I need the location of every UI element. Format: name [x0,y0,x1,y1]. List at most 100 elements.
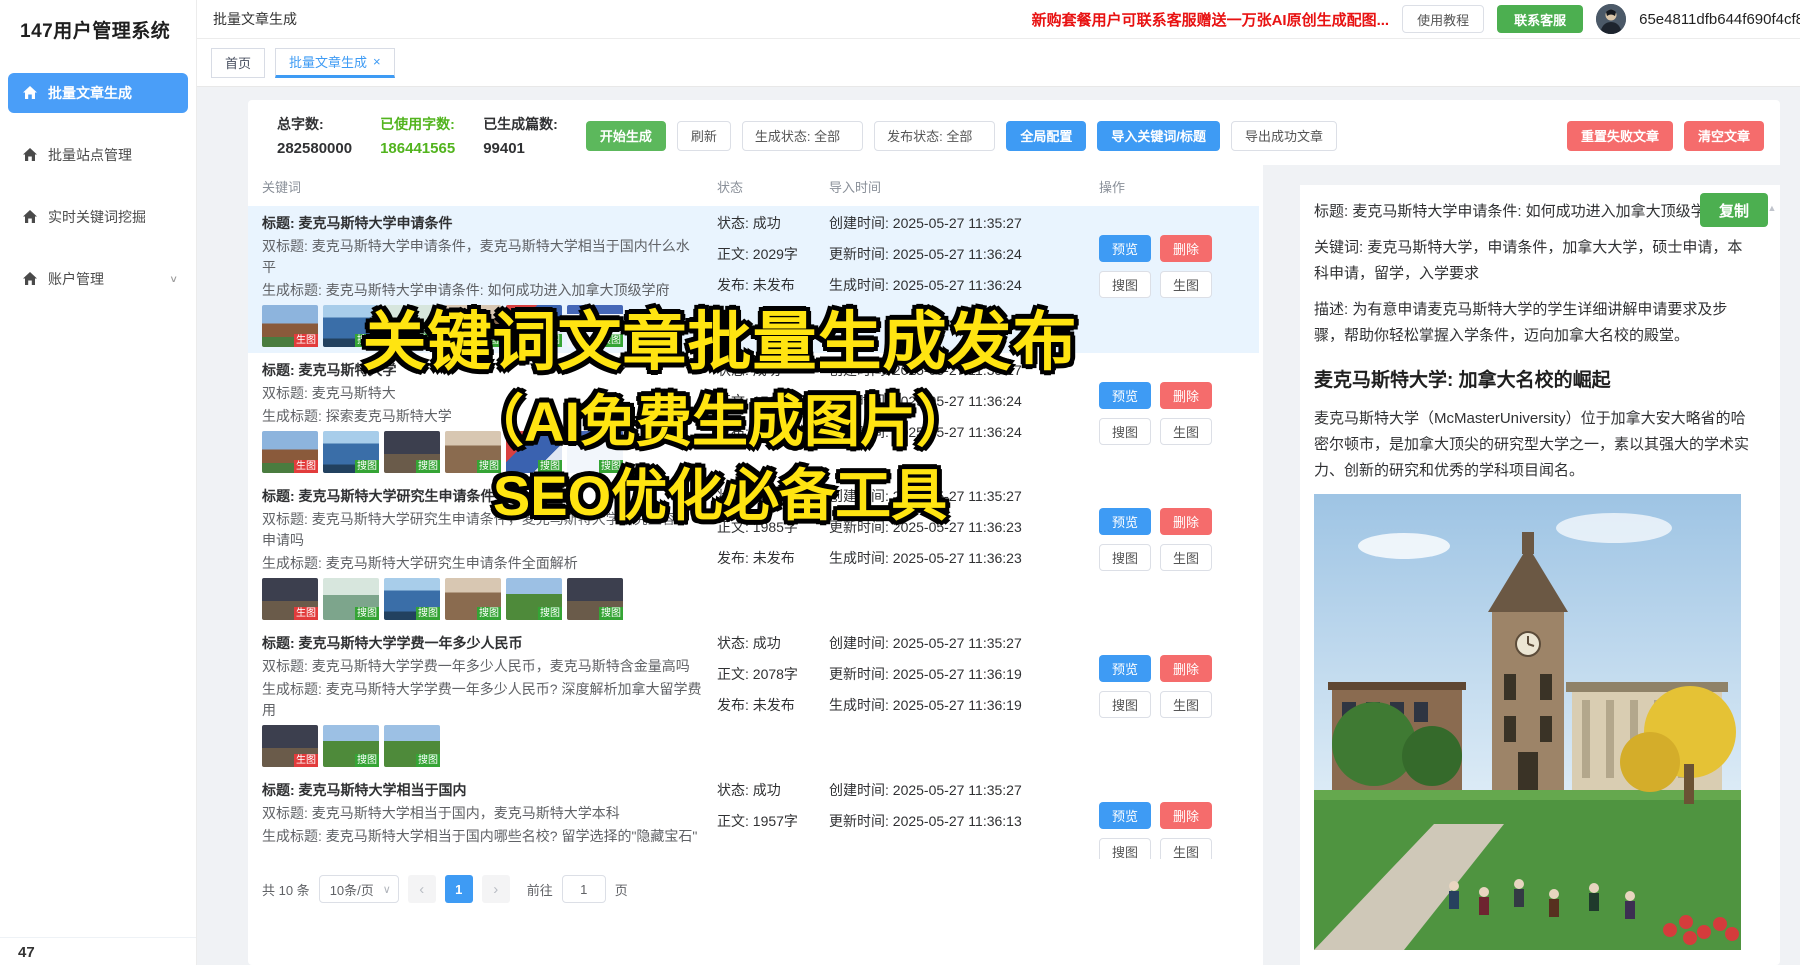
created-time: 创建时间: 2025-05-27 11:35:27 [829,213,1099,234]
page-1-button[interactable]: 1 [445,875,473,903]
import-keywords-button[interactable]: 导入关键词/标题 [1097,121,1220,151]
stat-total-words-label: 总字数: [277,114,352,134]
words-line: 正文: 2029字 [717,244,829,265]
table-row[interactable]: 标题: 麦克马斯特大学研究生申请条件双标题: 麦克马斯特大学研究生申请条件，麦克… [262,479,1263,626]
export-success-button[interactable]: 导出成功文章 [1231,121,1337,151]
search-image-button[interactable]: 搜图 [1099,838,1151,859]
thumb-badge: 搜图 [538,607,562,620]
gen-image-button[interactable]: 生图 [1160,691,1212,718]
start-generate-button[interactable]: 开始生成 [586,121,666,151]
actions-group: 预览删除搜图生图 [1099,633,1229,718]
article-dual-title: 双标题: 麦克马斯特大学研究生申请条件，麦克马斯特大学研究生容易申请吗 [262,509,703,551]
thumbnail[interactable]: 搜图 [323,725,379,767]
sidebar-item-label: 批量站点管理 [48,145,132,165]
pub-status-select[interactable]: 发布状态: 全部 [874,121,995,151]
reset-failed-button[interactable]: 重置失败文章 [1567,121,1673,151]
scrollbar-up-icon[interactable]: ▲ [1767,203,1777,213]
stat-used-words-label: 已使用字数: [380,114,455,134]
preview-button[interactable]: 预览 [1099,382,1151,409]
global-config-button[interactable]: 全局配置 [1006,121,1086,151]
thumbnail[interactable]: 生图 [262,431,318,473]
pagination: 共 10 条 10条/页 ∨ ‹ 1 › 前往 页 [262,859,1263,917]
tutorial-button[interactable]: 使用教程 [1402,5,1484,33]
time-cell: 创建时间: 2025-05-27 11:35:27更新时间: 2025-05-2… [829,486,1099,620]
preview-heading: 麦克马斯特大学: 加拿大名校的崛起 [1314,365,1750,392]
updated-time: 更新时间: 2025-05-27 11:36:24 [829,391,1099,412]
clear-articles-button[interactable]: 清空文章 [1684,121,1764,151]
search-image-button[interactable]: 搜图 [1099,544,1151,571]
thumbnail[interactable]: 搜图 [506,431,562,473]
thumbnail[interactable]: 搜图 [445,305,501,347]
refresh-button[interactable]: 刷新 [677,121,731,151]
preview-button[interactable]: 预览 [1099,508,1151,535]
thumbnail[interactable]: 搜图 [384,431,440,473]
table-row[interactable]: 标题: 麦克马斯特大学相当于国内双标题: 麦克马斯特大学相当于国内，麦克马斯特大… [262,773,1263,859]
article-rows: 标题: 麦克马斯特大学申请条件双标题: 麦克马斯特大学申请条件，麦克马斯特大学相… [262,206,1263,859]
thumbnail[interactable]: 搜图 [445,431,501,473]
thumbnail[interactable]: 搜图 [384,578,440,620]
thumbnail[interactable]: 生图 [262,305,318,347]
actions-cell: 预览删除搜图生图 [1099,780,1259,853]
copy-button[interactable]: 复制 [1700,193,1768,227]
search-image-button[interactable]: 搜图 [1099,691,1151,718]
sidebar-item-1[interactable]: 批量文章生成 [8,73,188,113]
table-row[interactable]: 标题: 麦克马斯特大学双标题: 麦克马斯特大生成标题: 探索麦克马斯特大学生图搜… [262,353,1263,479]
page-size-select[interactable]: 10条/页 ∨ [319,875,399,903]
sidebar-item-3[interactable]: 实时关键词挖掘 [8,197,188,237]
words-line: 正文: 1985字 [717,517,829,538]
thumbnail[interactable]: 搜图 [445,578,501,620]
thumbnail-strip: 生图搜图搜图搜图搜图搜图 [262,578,703,620]
thumbnail[interactable]: 搜图 [323,578,379,620]
thumbnail[interactable]: 搜图 [323,305,379,347]
gen-image-button[interactable]: 生图 [1160,838,1212,859]
app-logo: 147用户管理系统 [0,0,196,43]
generated-time: 生成时间: 2025-05-27 11:36:23 [829,548,1099,569]
tab-batch-article[interactable]: 批量文章生成 × [275,48,395,78]
thumb-badge: 生图 [294,334,318,347]
thumbnail[interactable]: 搜图 [506,578,562,620]
table-row[interactable]: 标题: 麦克马斯特大学学费一年多少人民币双标题: 麦克马斯特大学学费一年多少人民… [262,626,1263,773]
thumbnail[interactable]: 生图 [262,725,318,767]
gen-image-button[interactable]: 生图 [1160,544,1212,571]
sidebar-item-2[interactable]: 批量站点管理 [8,135,188,175]
goto-page-input[interactable] [562,875,606,903]
tab-home[interactable]: 首页 [211,48,265,78]
avatar[interactable] [1596,4,1626,34]
search-image-button[interactable]: 搜图 [1099,271,1151,298]
delete-button[interactable]: 删除 [1160,382,1212,409]
article-gen-title: 生成标题: 麦克马斯特大学申请条件: 如何成功进入加拿大顶级学府 [262,280,703,301]
thumbnail[interactable]: 搜图 [384,305,440,347]
delete-button[interactable]: 删除 [1160,655,1212,682]
table-row[interactable]: 标题: 麦克马斯特大学申请条件双标题: 麦克马斯特大学申请条件，麦克马斯特大学相… [248,206,1259,353]
next-page-button[interactable]: › [482,875,510,903]
thumbnail[interactable]: 搜图 [323,431,379,473]
gen-image-button[interactable]: 生图 [1160,418,1212,445]
actions-cell: 预览删除搜图生图 [1099,486,1259,620]
support-button[interactable]: 联系客服 [1497,5,1583,33]
close-icon[interactable]: × [373,54,381,69]
article-title: 标题: 麦克马斯特大学学费一年多少人民币 [262,633,703,654]
search-image-button[interactable]: 搜图 [1099,418,1151,445]
preview-button[interactable]: 预览 [1099,802,1151,829]
preview-button[interactable]: 预览 [1099,655,1151,682]
thumbnail[interactable]: 搜图 [567,305,623,347]
thumbnail[interactable]: 搜图 [506,305,562,347]
content-area: 总字数: 282580000 已使用字数: 186441565 已生成篇数: 9… [197,87,1800,965]
delete-button[interactable]: 删除 [1160,508,1212,535]
time-cell: 创建时间: 2025-05-27 11:35:27更新时间: 2025-05-2… [829,633,1099,767]
preview-button[interactable]: 预览 [1099,235,1151,262]
thumbnail[interactable]: 生图 [262,578,318,620]
words-line: 正文: 1957字 [717,811,829,832]
thumbnail-strip: 生图搜图搜图搜图搜图搜图 [262,431,703,473]
thumbnail[interactable]: 搜图 [384,725,440,767]
thumbnail[interactable]: 搜图 [567,431,623,473]
article-dual-title: 双标题: 麦克马斯特大学学费一年多少人民币，麦克马斯特含金量高吗 [262,656,703,677]
gen-status-select[interactable]: 生成状态: 全部 [742,121,863,151]
delete-button[interactable]: 删除 [1160,235,1212,262]
prev-page-button[interactable]: ‹ [408,875,436,903]
publish-line: 发布: 未发布 [717,548,829,569]
delete-button[interactable]: 删除 [1160,802,1212,829]
sidebar-item-4[interactable]: 账户管理∨ [8,259,188,299]
thumbnail[interactable]: 搜图 [567,578,623,620]
gen-image-button[interactable]: 生图 [1160,271,1212,298]
